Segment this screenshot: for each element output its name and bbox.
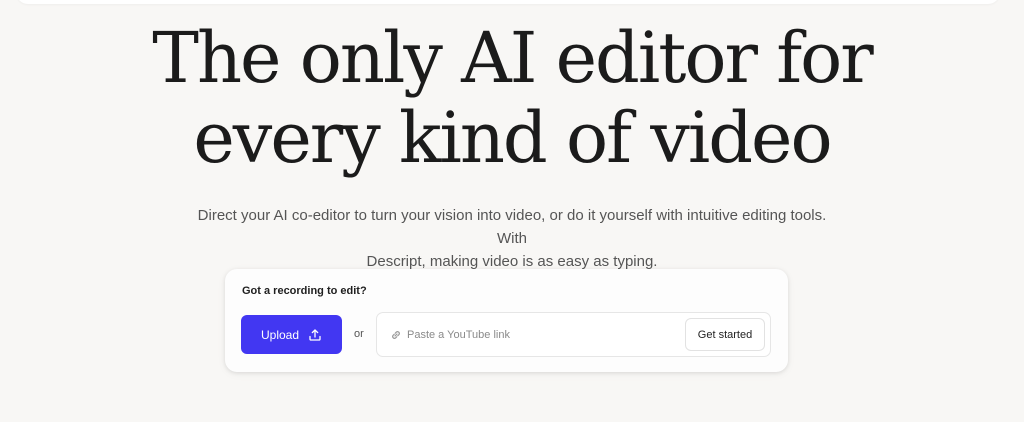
recording-card: Got a recording to edit? Upload or Get s… [225, 269, 788, 372]
hero-headline-line-1: The only AI editor for [152, 17, 873, 99]
or-separator: or [354, 328, 364, 340]
top-navigation-bar [16, 0, 1000, 4]
upload-button-label: Upload [260, 327, 300, 342]
hero-subtitle: Direct your AI co-editor to turn your vi… [182, 204, 842, 273]
upload-button[interactable]: Upload [241, 315, 342, 354]
hero-section: The only AI editor for every kind of vid… [0, 18, 1024, 273]
upload-icon [308, 328, 322, 342]
get-started-button[interactable]: Get started [685, 318, 765, 351]
youtube-link-box: Get started [376, 312, 771, 357]
hero-headline: The only AI editor for every kind of vid… [0, 18, 1024, 178]
hero-headline-line-2: every kind of video [193, 97, 832, 179]
card-title: Got a recording to edit? [242, 285, 367, 297]
hero-subtitle-line-1: Direct your AI co-editor to turn your vi… [197, 207, 827, 247]
youtube-link-input[interactable] [407, 325, 667, 345]
link-icon [390, 329, 402, 341]
hero-subtitle-line-2: Descript, making video is as easy as typ… [366, 253, 658, 270]
